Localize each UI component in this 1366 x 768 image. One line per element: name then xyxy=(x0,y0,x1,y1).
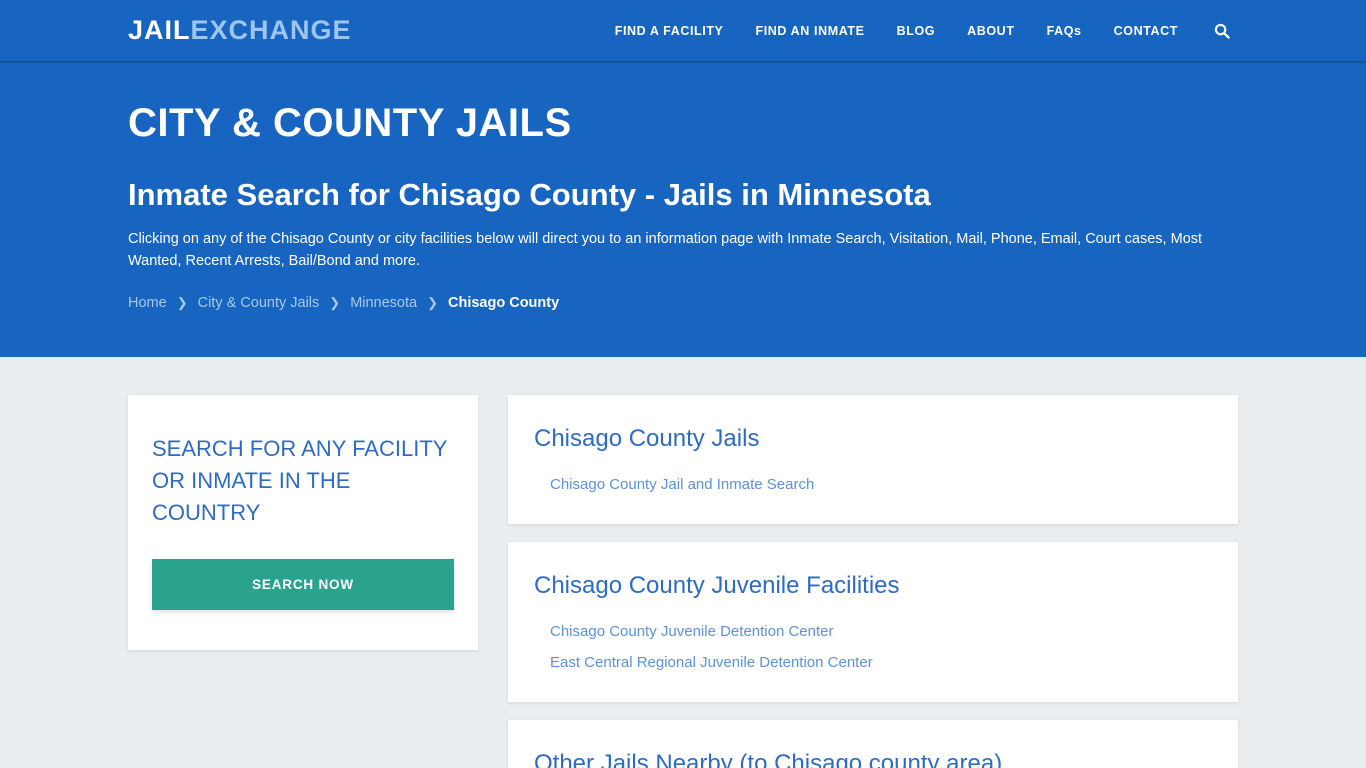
facility-link[interactable]: East Central Regional Juvenile Detention… xyxy=(550,654,873,671)
breadcrumb-separator-icon: ❯ xyxy=(427,294,438,310)
facility-card-juvenile: Chisago County Juvenile Facilities Chisa… xyxy=(508,541,1238,702)
sidebar: SEARCH FOR ANY FACILITY OR INMATE IN THE… xyxy=(128,395,478,650)
facility-link[interactable]: Chisago County Juvenile Detention Center xyxy=(550,623,834,640)
nav-faqs[interactable]: FAQs xyxy=(1031,24,1098,38)
list-item: Chisago County Jail and Inmate Search xyxy=(534,476,1212,494)
logo-text-primary: JAIL xyxy=(128,15,191,45)
breadcrumb-item-home[interactable]: Home xyxy=(128,295,167,311)
search-now-button[interactable]: SEARCH NOW xyxy=(152,558,454,610)
search-icon[interactable] xyxy=(1194,23,1238,39)
main-content: SEARCH FOR ANY FACILITY OR INMATE IN THE… xyxy=(0,357,1366,768)
breadcrumb-separator-icon: ❯ xyxy=(329,294,341,310)
breadcrumb-separator-icon: ❯ xyxy=(176,294,188,310)
page-description: Clicking on any of the Chisago County or… xyxy=(128,230,1203,270)
facility-card-title: Other Jails Nearby (to Chisago county ar… xyxy=(534,749,1003,768)
breadcrumb-item-minnesota[interactable]: Minnesota xyxy=(350,295,417,311)
breadcrumb-item-city-county-jails[interactable]: City & County Jails xyxy=(198,295,320,311)
facility-card-nearby: Other Jails Nearby (to Chisago county ar… xyxy=(508,719,1238,768)
facility-link-list: Chisago County Juvenile Detention Center… xyxy=(534,623,1212,672)
facility-list-column: Chisago County Jails Chisago County Jail… xyxy=(508,395,1238,768)
hero-section: CITY & COUNTY JAILS Inmate Search for Ch… xyxy=(0,63,1366,357)
search-promo-card: SEARCH FOR ANY FACILITY OR INMATE IN THE… xyxy=(128,395,478,650)
primary-navigation: FIND A FACILITY FIND AN INMATE BLOG ABOU… xyxy=(599,23,1238,39)
page-title: CITY & COUNTY JAILS xyxy=(128,101,572,145)
nav-contact[interactable]: CONTACT xyxy=(1098,24,1194,38)
nav-blog[interactable]: BLOG xyxy=(881,24,952,38)
site-logo[interactable]: JAILEXCHANGE xyxy=(128,17,352,44)
facility-link[interactable]: Chisago County Jail and Inmate Search xyxy=(550,476,814,493)
breadcrumb: Home ❯ City & County Jails ❯ Minnesota ❯… xyxy=(128,295,1238,311)
facility-card-title: Chisago County Juvenile Facilities xyxy=(534,571,900,599)
facility-card-jails: Chisago County Jails Chisago County Jail… xyxy=(508,395,1238,524)
facility-link-list: Chisago County Jail and Inmate Search xyxy=(534,476,1212,494)
list-item: East Central Regional Juvenile Detention… xyxy=(534,654,1212,672)
page-subtitle: Inmate Search for Chisago County - Jails… xyxy=(128,177,931,212)
nav-about[interactable]: ABOUT xyxy=(951,24,1030,38)
breadcrumb-item-current: Chisago County xyxy=(448,294,560,311)
list-item: Chisago County Juvenile Detention Center xyxy=(534,623,1212,641)
search-promo-title: SEARCH FOR ANY FACILITY OR INMATE IN THE… xyxy=(152,436,448,525)
nav-find-an-inmate[interactable]: FIND AN INMATE xyxy=(740,24,881,38)
site-header: JAILEXCHANGE FIND A FACILITY FIND AN INM… xyxy=(0,0,1366,63)
nav-find-a-facility[interactable]: FIND A FACILITY xyxy=(599,24,740,38)
facility-card-title: Chisago County Jails xyxy=(534,425,760,452)
logo-text-secondary: EXCHANGE xyxy=(190,15,352,45)
